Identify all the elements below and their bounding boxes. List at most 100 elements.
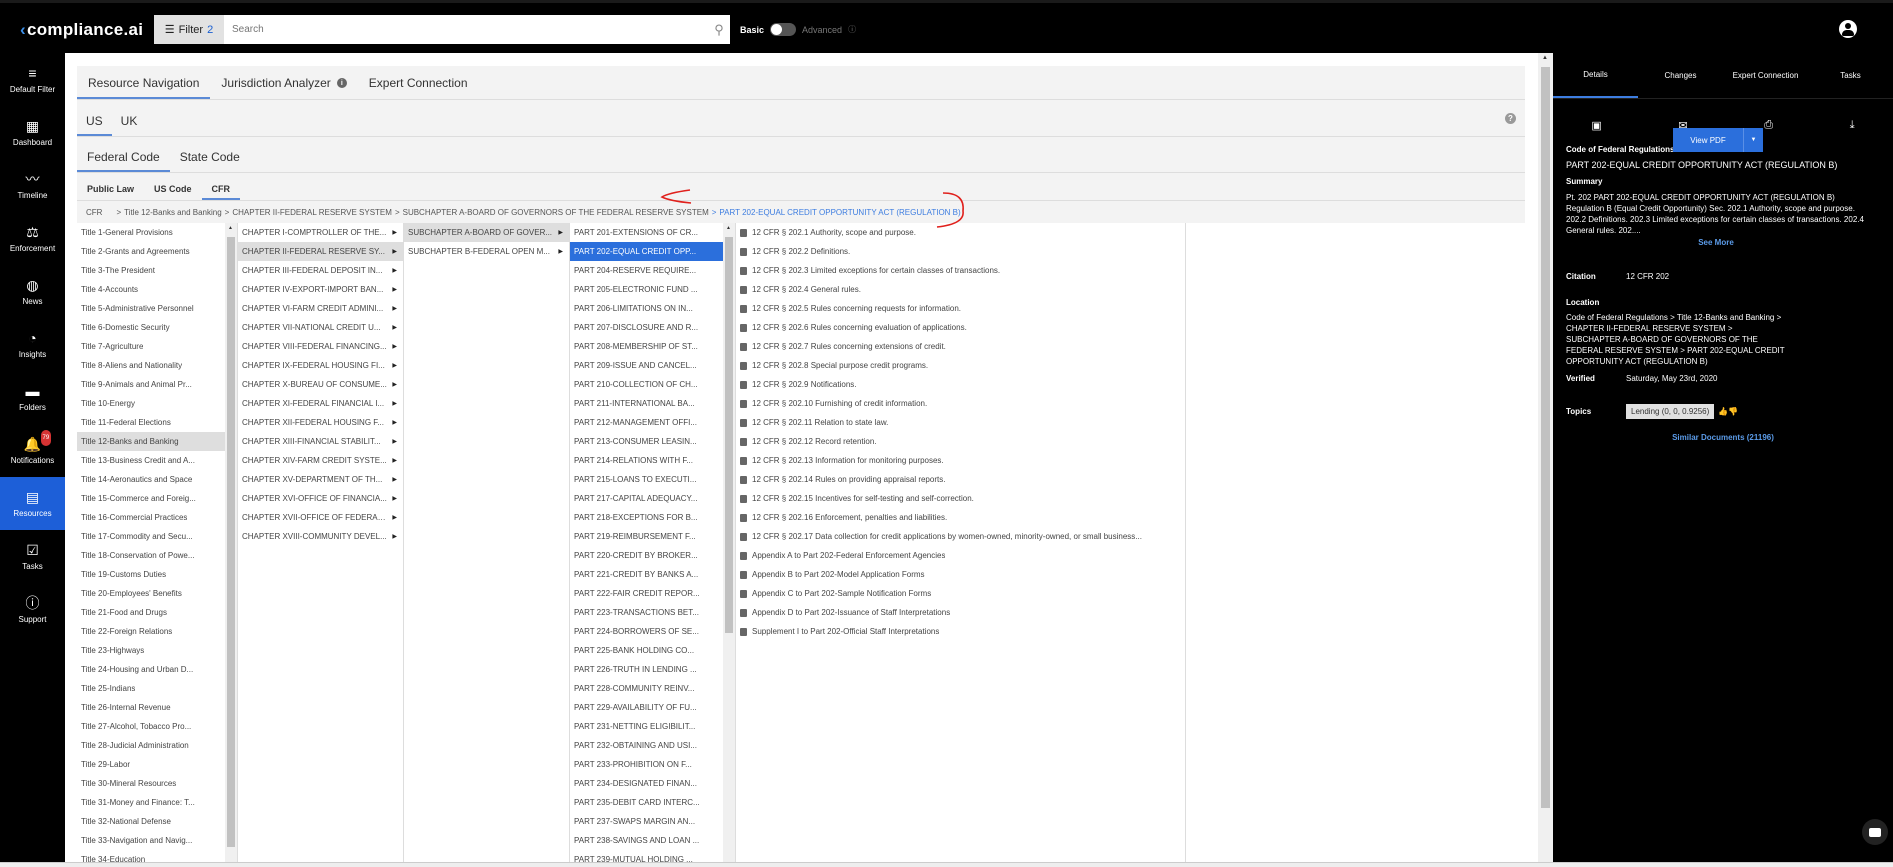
part-item[interactable]: PART 213-CONSUMER LEASIN...▶ [570, 432, 735, 451]
title-item[interactable]: Title 5-Administrative Personnel▶ [77, 299, 237, 318]
chapter-item[interactable]: CHAPTER II-FEDERAL RESERVE SY... ▶ [238, 242, 403, 261]
chapter-item[interactable]: CHAPTER XVI-OFFICE OF FINANCIA... ▶ [238, 489, 403, 508]
details-tab-tasks[interactable]: Tasks [1808, 53, 1893, 98]
tab-resource-navigation[interactable]: Resource Navigation [77, 76, 211, 99]
part-item[interactable]: PART 233-PROHIBITION ON F...▶ [570, 755, 735, 774]
title-item[interactable]: Title 12-Banks and Banking▶ [77, 432, 237, 451]
part-item[interactable]: PART 223-TRANSACTIONS BET...▶ [570, 603, 735, 622]
part-item[interactable]: PART 229-AVAILABILITY OF FU...▶ [570, 698, 735, 717]
add-to-folder-icon[interactable]: ▣ [1591, 119, 1601, 132]
tab-public-law[interactable]: Public Law [77, 184, 144, 200]
section-item[interactable]: 12 CFR § 202.13 Information for monitori… [736, 451, 1185, 470]
title-item[interactable]: Title 26-Internal Revenue▶ [77, 698, 237, 717]
title-item[interactable]: Title 3-The President▶ [77, 261, 237, 280]
part-item[interactable]: PART 220-CREDIT BY BROKER...▶ [570, 546, 735, 565]
title-item[interactable]: Title 33-Navigation and Navig...▶ [77, 831, 237, 850]
section-item[interactable]: Appendix A to Part 202-Federal Enforceme… [736, 546, 1185, 565]
title-item[interactable]: Title 13-Business Credit and A...▶ [77, 451, 237, 470]
breadcrumb-root[interactable]: CFR [86, 208, 102, 217]
section-item[interactable]: 12 CFR § 202.6 Rules concerning evaluati… [736, 318, 1185, 337]
part-item[interactable]: PART 214-RELATIONS WITH F...▶ [570, 451, 735, 470]
section-item[interactable]: Appendix D to Part 202-Issuance of Staff… [736, 603, 1185, 622]
title-item[interactable]: Title 22-Foreign Relations▶ [77, 622, 237, 641]
chapter-item[interactable]: CHAPTER XV-DEPARTMENT OF TH... ▶ [238, 470, 403, 489]
help-icon[interactable]: ? [1505, 113, 1516, 124]
logo[interactable]: ‹compliance.ai [20, 20, 143, 40]
nav-item-support[interactable]: ⓘ Support [0, 583, 65, 636]
part-item[interactable]: PART 209-ISSUE AND CANCEL...▶ [570, 356, 735, 375]
title-item[interactable]: Title 20-Employees' Benefits▶ [77, 584, 237, 603]
title-item[interactable]: Title 19-Customs Duties▶ [77, 565, 237, 584]
breadcrumb-subchapter[interactable]: SUBCHAPTER A-BOARD OF GOVERNORS OF THE F… [403, 208, 709, 217]
part-item[interactable]: PART 237-SWAPS MARGIN AN...▶ [570, 812, 735, 831]
title-item[interactable]: Title 17-Commodity and Secu...▶ [77, 527, 237, 546]
title-item[interactable]: Title 1-General Provisions▶ [77, 223, 237, 242]
title-item[interactable]: Title 15-Commerce and Foreig...▶ [77, 489, 237, 508]
title-item[interactable]: Title 21-Food and Drugs▶ [77, 603, 237, 622]
section-item[interactable]: Supplement I to Part 202-Official Staff … [736, 622, 1185, 641]
section-item[interactable]: 12 CFR § 202.2 Definitions. [736, 242, 1185, 261]
nav-item-timeline[interactable]: 〰 Timeline [0, 159, 65, 212]
breadcrumb-chapter[interactable]: CHAPTER II-FEDERAL RESERVE SYSTEM [232, 208, 392, 217]
section-item[interactable]: 12 CFR § 202.4 General rules. [736, 280, 1185, 299]
chapter-item[interactable]: CHAPTER IV-EXPORT-IMPORT BAN... ▶ [238, 280, 403, 299]
chapter-item[interactable]: CHAPTER XVII-OFFICE OF FEDERAL... ▶ [238, 508, 403, 527]
title-item[interactable]: Title 23-Highways▶ [77, 641, 237, 660]
part-item[interactable]: PART 206-LIMITATIONS ON IN...▶ [570, 299, 735, 318]
section-item[interactable]: 12 CFR § 202.3 Limited exceptions for ce… [736, 261, 1185, 280]
tab-federal-code[interactable]: Federal Code [77, 150, 170, 172]
part-item[interactable]: PART 212-MANAGEMENT OFFI...▶ [570, 413, 735, 432]
tab-jurisdiction-analyzer[interactable]: Jurisdiction Analyzer i [210, 76, 357, 99]
section-item[interactable]: 12 CFR § 202.11 Relation to state law. [736, 413, 1185, 432]
part-item[interactable]: PART 232-OBTAINING AND USI...▶ [570, 736, 735, 755]
title-item[interactable]: Title 4-Accounts▶ [77, 280, 237, 299]
nav-item-insights[interactable]: ◔ Insights [0, 318, 65, 371]
part-item[interactable]: PART 217-CAPITAL ADEQUACY...▶ [570, 489, 735, 508]
part-item[interactable]: PART 204-RESERVE REQUIRE...▶ [570, 261, 735, 280]
part-item[interactable]: PART 221-CREDIT BY BANKS A...▶ [570, 565, 735, 584]
title-item[interactable]: Title 10-Energy▶ [77, 394, 237, 413]
part-item[interactable]: PART 226-TRUTH IN LENDING ...▶ [570, 660, 735, 679]
nav-item-news[interactable]: ◍ News [0, 265, 65, 318]
part-item[interactable]: PART 219-REIMBURSEMENT F...▶ [570, 527, 735, 546]
part-item[interactable]: PART 238-SAVINGS AND LOAN ...▶ [570, 831, 735, 850]
user-account-icon[interactable] [1839, 20, 1857, 38]
title-item[interactable]: Title 27-Alcohol, Tobacco Pro...▶ [77, 717, 237, 736]
part-item[interactable]: PART 205-ELECTRONIC FUND ...▶ [570, 280, 735, 299]
part-item[interactable]: PART 235-DEBIT CARD INTERC...▶ [570, 793, 735, 812]
nav-item-dashboard[interactable]: ▦ Dashboard [0, 106, 65, 159]
mode-switch[interactable] [770, 23, 797, 36]
section-item[interactable]: 12 CFR § 202.5 Rules concerning requests… [736, 299, 1185, 318]
similar-documents-link[interactable]: Similar Documents (21196) [1553, 433, 1893, 442]
tab-expert-connection[interactable]: Expert Connection [358, 76, 479, 99]
section-item[interactable]: 12 CFR § 202.16 Enforcement, penalties a… [736, 508, 1185, 527]
chapter-item[interactable]: CHAPTER XI-FEDERAL FINANCIAL I... ▶ [238, 394, 403, 413]
chapter-item[interactable]: CHAPTER XIII-FINANCIAL STABILIT... ▶ [238, 432, 403, 451]
chapter-item[interactable]: CHAPTER VI-FARM CREDIT ADMINI... ▶ [238, 299, 403, 318]
part-item[interactable]: PART 222-FAIR CREDIT REPOR...▶ [570, 584, 735, 603]
title-item[interactable]: Title 11-Federal Elections▶ [77, 413, 237, 432]
info-icon[interactable]: i [336, 78, 347, 88]
filter-button[interactable]: ☰ Filter 2 [154, 15, 224, 44]
part-item[interactable]: PART 207-DISCLOSURE AND R...▶ [570, 318, 735, 337]
section-item[interactable]: 12 CFR § 202.15 Incentives for self-test… [736, 489, 1185, 508]
chapter-item[interactable]: CHAPTER XVIII-COMMUNITY DEVEL... ▶ [238, 527, 403, 546]
section-item[interactable]: Appendix C to Part 202-Sample Notificati… [736, 584, 1185, 603]
main-scrollbar[interactable]: ▲ [1538, 53, 1553, 867]
title-item[interactable]: Title 7-Agriculture▶ [77, 337, 237, 356]
part-item[interactable]: PART 210-COLLECTION OF CH...▶ [570, 375, 735, 394]
chapter-item[interactable]: CHAPTER X-BUREAU OF CONSUME... ▶ [238, 375, 403, 394]
info-icon[interactable]: ⓘ [848, 24, 856, 35]
title-item[interactable]: Title 30-Mineral Resources▶ [77, 774, 237, 793]
nav-item-notifications[interactable]: 🔔 79 Notifications [0, 424, 65, 477]
part-item[interactable]: PART 218-EXCEPTIONS FOR B...▶ [570, 508, 735, 527]
see-more-link[interactable]: See More [1566, 238, 1866, 247]
chat-button[interactable] [1862, 819, 1888, 845]
title-item[interactable]: Title 29-Labor▶ [77, 755, 237, 774]
breadcrumb-title[interactable]: Title 12-Banks and Banking [124, 208, 222, 217]
section-item[interactable]: 12 CFR § 202.10 Furnishing of credit inf… [736, 394, 1185, 413]
section-item[interactable]: 12 CFR § 202.7 Rules concerning extensio… [736, 337, 1185, 356]
section-item[interactable]: 12 CFR § 202.9 Notifications. [736, 375, 1185, 394]
title-item[interactable]: Title 6-Domestic Security▶ [77, 318, 237, 337]
part-item[interactable]: PART 231-NETTING ELIGIBILIT...▶ [570, 717, 735, 736]
